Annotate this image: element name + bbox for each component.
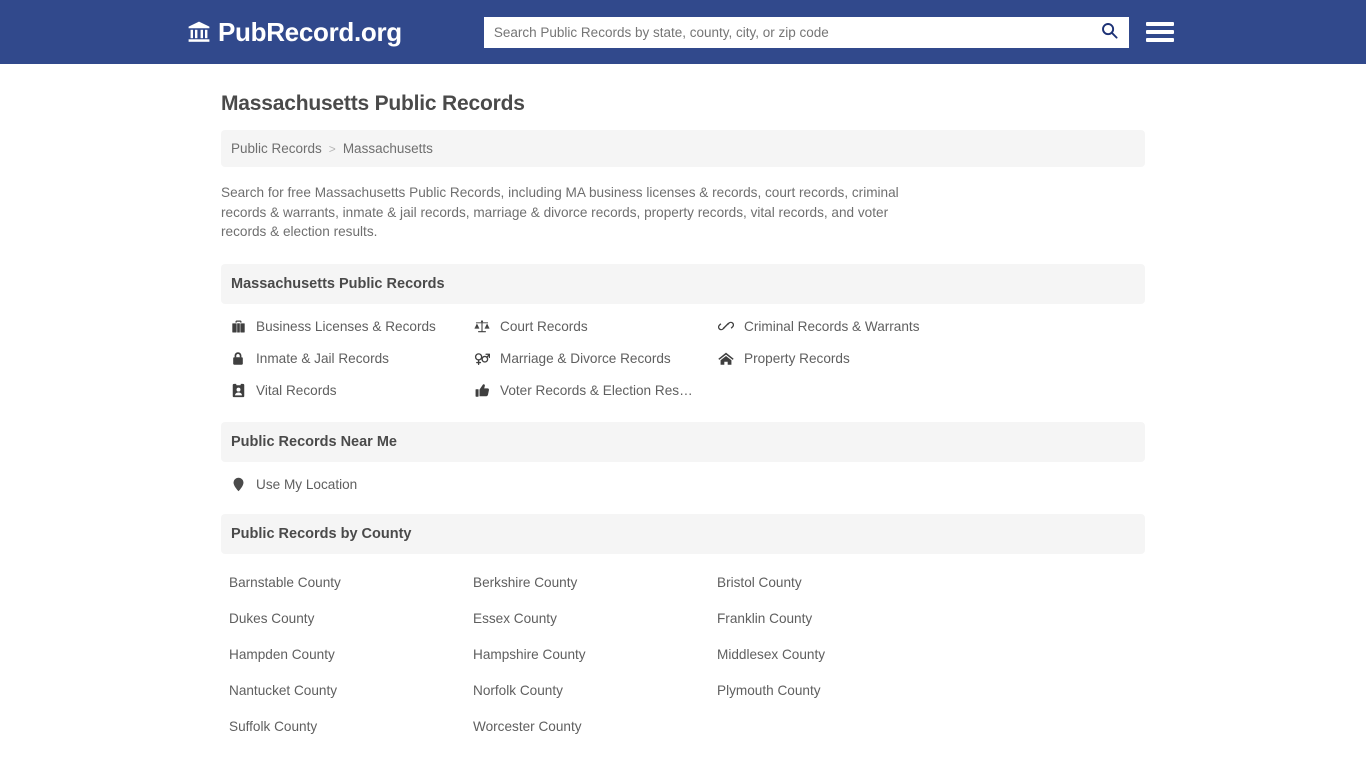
menu-line-2 — [1145, 30, 1174, 34]
lock-icon — [229, 351, 247, 366]
use-my-location-link[interactable]: Use My Location — [229, 477, 1137, 492]
record-link-voter-records[interactable]: Voter Records & Election Res… — [473, 383, 717, 398]
home-icon — [717, 351, 735, 366]
search-button[interactable] — [1091, 17, 1129, 48]
record-link-criminal-records[interactable]: Criminal Records & Warrants — [717, 318, 1137, 334]
record-link-court-records[interactable]: Court Records — [473, 318, 717, 334]
county-link[interactable]: Berkshire County — [473, 575, 717, 590]
record-link-label: Voter Records & Election Res… — [500, 383, 693, 399]
record-link-label: Business Licenses & Records — [256, 318, 436, 334]
section-header-near-me: Public Records Near Me — [221, 422, 1145, 463]
section-body-counties: Barnstable County Berkshire County Brist… — [221, 554, 1145, 734]
breadcrumb-item-massachusetts: Massachusetts — [342, 141, 433, 156]
section-header-records: Massachusetts Public Records — [221, 264, 1145, 305]
header-inner: PubRecord.org — [183, 16, 1183, 48]
breadcrumb: Public Records > Massachusetts — [221, 130, 1145, 167]
map-marker-icon — [229, 477, 247, 492]
county-link[interactable]: Worcester County — [473, 719, 717, 734]
page-description: Search for free Massachusetts Public Rec… — [221, 185, 899, 240]
search-input[interactable] — [483, 16, 1129, 48]
search-bar — [483, 16, 1129, 48]
county-link[interactable]: Plymouth County — [717, 683, 1137, 698]
record-link-inmate-jail-records[interactable]: Inmate & Jail Records — [229, 351, 473, 366]
hamburger-menu-icon[interactable] — [1145, 18, 1174, 46]
section-body-records: Business Licenses & Records Court Record… — [221, 304, 1145, 398]
use-my-location-label: Use My Location — [256, 477, 358, 493]
bank-icon — [187, 20, 211, 44]
county-link[interactable]: Bristol County — [717, 575, 1137, 590]
breadcrumb-separator-icon: > — [328, 141, 336, 156]
record-link-label: Property Records — [744, 351, 850, 367]
site-logo-link[interactable]: PubRecord.org — [187, 17, 402, 48]
record-link-label: Court Records — [500, 318, 588, 334]
county-link[interactable]: Middlesex County — [717, 647, 1137, 662]
site-logo-text: PubRecord.org — [218, 16, 402, 47]
search-icon — [1100, 21, 1119, 43]
id-badge-icon — [229, 383, 247, 398]
section-header-counties: Public Records by County — [221, 514, 1145, 555]
balance-scale-icon — [473, 319, 491, 334]
page-content: Massachusetts Public Records Public Reco… — [183, 92, 1183, 734]
county-link[interactable]: Franklin County — [717, 611, 1137, 626]
county-link[interactable]: Barnstable County — [229, 575, 473, 590]
record-link-label: Inmate & Jail Records — [256, 351, 389, 367]
county-link[interactable]: Norfolk County — [473, 683, 717, 698]
record-link-vital-records[interactable]: Vital Records — [229, 383, 473, 398]
county-link[interactable]: Suffolk County — [229, 719, 473, 734]
site-header: PubRecord.org — [0, 0, 1366, 64]
county-link[interactable]: Hampden County — [229, 647, 473, 662]
record-link-label: Marriage & Divorce Records — [500, 351, 671, 367]
county-link[interactable]: Nantucket County — [229, 683, 473, 698]
menu-line-1 — [1145, 22, 1174, 26]
section-body-near-me: Use My Location — [221, 462, 1145, 492]
county-link[interactable]: Dukes County — [229, 611, 473, 626]
record-link-property-records[interactable]: Property Records — [717, 351, 1137, 366]
county-link[interactable]: Essex County — [473, 611, 717, 626]
record-link-label: Criminal Records & Warrants — [744, 318, 920, 334]
record-link-business-licenses[interactable]: Business Licenses & Records — [229, 318, 473, 334]
handcuffs-icon — [717, 318, 735, 334]
breadcrumb-item-public-records[interactable]: Public Records — [231, 141, 322, 156]
county-link-grid: Barnstable County Berkshire County Brist… — [229, 575, 1137, 734]
thumbs-up-icon — [473, 383, 491, 398]
venus-mars-icon — [473, 351, 491, 366]
county-link[interactable]: Hampshire County — [473, 647, 717, 662]
record-link-marriage-divorce-records[interactable]: Marriage & Divorce Records — [473, 351, 717, 366]
page-title: Massachusetts Public Records — [221, 92, 525, 115]
briefcase-icon — [229, 319, 247, 334]
record-link-label: Vital Records — [256, 383, 337, 399]
records-link-grid: Business Licenses & Records Court Record… — [229, 318, 1137, 398]
menu-line-3 — [1145, 38, 1174, 42]
